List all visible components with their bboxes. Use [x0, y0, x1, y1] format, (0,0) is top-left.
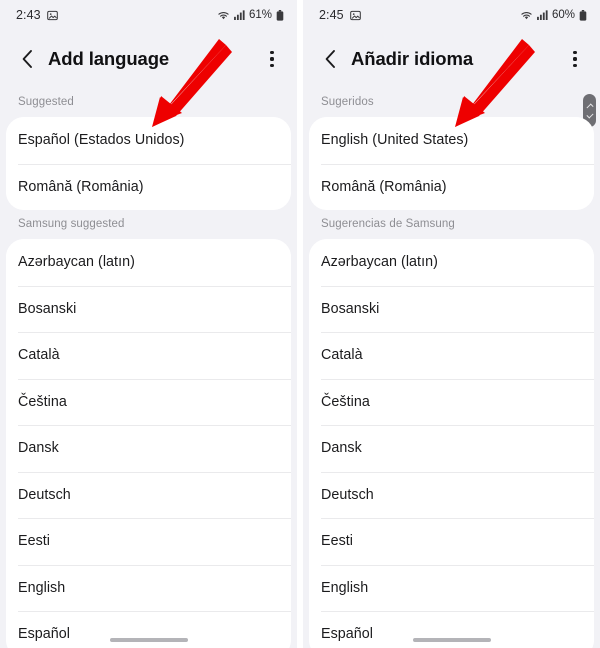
list-item[interactable]: Azərbaycan (latın) [309, 239, 594, 286]
list-item[interactable]: Deutsch [309, 471, 594, 518]
chevron-up-icon [585, 102, 594, 111]
overflow-menu-icon[interactable] [560, 43, 590, 75]
language-name: Bosanski [18, 300, 77, 317]
list-item[interactable]: Română (România) [6, 163, 291, 210]
language-name: English [18, 579, 66, 596]
image-icon [46, 10, 58, 21]
language-list-scroll[interactable]: Suggested Español (Estados Unidos) Român… [0, 88, 297, 648]
battery-icon [276, 9, 284, 21]
language-name: English [321, 579, 369, 596]
suggested-card: Español (Estados Unidos) Română (România… [6, 117, 291, 210]
back-chevron-icon[interactable] [315, 44, 345, 74]
language-name: English (United States) [321, 132, 469, 149]
app-bar: Add language [0, 30, 297, 88]
language-list-scroll[interactable]: Sugeridos English (United States) Română… [303, 88, 600, 648]
language-name: Čeština [18, 393, 67, 410]
section-header-suggested: Suggested [0, 88, 297, 117]
image-icon [349, 10, 361, 21]
samsung-suggested-card: Azərbaycan (latın) Bosanski Català Češti… [309, 239, 594, 648]
list-item[interactable]: Bosanski [309, 285, 594, 332]
language-name: Català [18, 347, 60, 364]
language-name: Azərbaycan (latın) [321, 254, 438, 271]
battery-percent-label: 61% [248, 9, 272, 21]
list-item[interactable]: Español [6, 611, 291, 648]
list-item[interactable]: English [309, 564, 594, 611]
language-name: Deutsch [321, 486, 374, 503]
list-item[interactable]: Bosanski [6, 285, 291, 332]
language-name: Azərbaycan (latın) [18, 254, 135, 271]
list-item[interactable]: Čeština [309, 378, 594, 425]
samsung-suggested-card: Azərbaycan (latın) Bosanski Català Češti… [6, 239, 291, 648]
list-item[interactable]: Eesti [6, 518, 291, 565]
status-bar: 2:45 60% [303, 0, 600, 30]
phone-screen-english: 2:43 61% Add language Suggested Español … [0, 0, 297, 648]
language-name: Deutsch [18, 486, 71, 503]
language-name: Eesti [18, 533, 51, 550]
language-name: Español [321, 626, 374, 643]
page-title: Añadir idioma [351, 48, 474, 69]
home-indicator [412, 638, 491, 642]
language-name: Español (Estados Unidos) [18, 132, 185, 149]
language-name: Čeština [321, 393, 370, 410]
list-item[interactable]: Eesti [309, 518, 594, 565]
status-bar: 2:43 61% [0, 0, 297, 30]
status-time: 2:45 [319, 8, 344, 22]
language-name: Eesti [321, 533, 354, 550]
list-item[interactable]: Español [309, 611, 594, 648]
list-item[interactable]: Čeština [6, 378, 291, 425]
list-item[interactable]: Deutsch [6, 471, 291, 518]
list-item[interactable]: Dansk [6, 425, 291, 472]
page-title: Add language [48, 48, 170, 69]
home-indicator [109, 638, 188, 642]
language-name: Dansk [321, 440, 362, 457]
status-bar-left: 2:45 [319, 8, 361, 22]
section-header-samsung-suggested: Samsung suggested [0, 210, 297, 239]
language-name: Español [18, 626, 71, 643]
list-item[interactable]: Dansk [309, 425, 594, 472]
wifi-icon [217, 10, 230, 21]
language-name: Bosanski [321, 300, 380, 317]
status-time: 2:43 [16, 8, 41, 22]
status-bar-left: 2:43 [16, 8, 58, 22]
list-item[interactable]: Català [6, 332, 291, 379]
status-bar-right: 60% [520, 9, 587, 21]
language-name: Català [321, 347, 363, 364]
list-item[interactable]: Català [309, 332, 594, 379]
cellular-signal-icon [234, 10, 245, 20]
battery-percent-label: 60% [551, 9, 575, 21]
app-bar: Añadir idioma [303, 30, 600, 88]
cellular-signal-icon [537, 10, 548, 20]
suggested-card: English (United States) Română (România) [309, 117, 594, 210]
language-name: Dansk [18, 440, 59, 457]
back-chevron-icon[interactable] [12, 44, 42, 74]
battery-icon [579, 9, 587, 21]
overflow-menu-icon[interactable] [257, 43, 287, 75]
list-item[interactable]: English (United States) [309, 117, 594, 164]
language-name: Română (România) [321, 178, 447, 195]
screenshot-stage: 2:43 61% Add language Suggested Español … [0, 0, 600, 648]
status-bar-right: 61% [217, 9, 284, 21]
list-item[interactable]: English [6, 564, 291, 611]
list-item[interactable]: Română (România) [309, 163, 594, 210]
wifi-icon [520, 10, 533, 21]
list-item[interactable]: Español (Estados Unidos) [6, 117, 291, 164]
language-name: Română (România) [18, 178, 144, 195]
list-item[interactable]: Azərbaycan (latın) [6, 239, 291, 286]
section-header-suggested: Sugeridos [303, 88, 600, 117]
phone-screen-spanish: 2:45 60% Añadir idioma Sugeridos English… [303, 0, 600, 648]
section-header-samsung-suggested: Sugerencias de Samsung [303, 210, 600, 239]
